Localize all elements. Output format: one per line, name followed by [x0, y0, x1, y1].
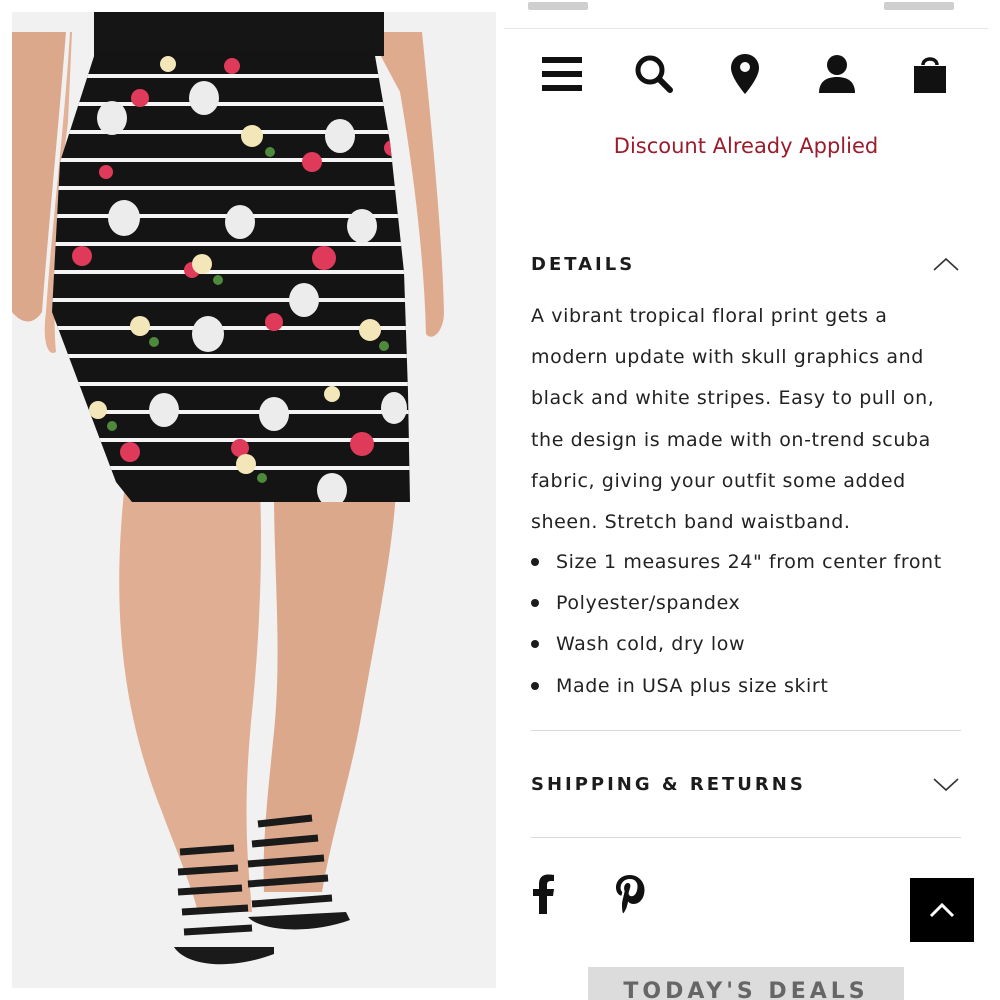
feature-item: Size 1 measures 24" from center front	[531, 542, 971, 583]
feature-item: Wash cold, dry low	[531, 624, 971, 665]
description-line: A vibrant tropical floral print gets a	[531, 305, 888, 327]
hamburger-menu-icon[interactable]	[540, 52, 584, 96]
facebook-icon[interactable]	[524, 872, 564, 916]
product-details-panel: Discount Already Applied DETAILS A vibra…	[504, 0, 1000, 1000]
details-section-header[interactable]: DETAILS	[531, 244, 961, 284]
product-description: A vibrant tropical floral print gets a m…	[531, 296, 961, 543]
chevron-up-icon	[933, 257, 959, 271]
status-bar-indicators	[884, 2, 954, 10]
description-line: the design is made with on-trend scuba	[531, 428, 931, 451]
discount-notice: Discount Already Applied	[613, 134, 879, 158]
todays-deals-banner[interactable]: TODAY'S DEALS	[588, 967, 904, 1000]
details-title: DETAILS	[531, 253, 636, 275]
shipping-returns-title: SHIPPING & RETURNS	[531, 773, 806, 795]
feature-item: Made in USA plus size skirt	[531, 666, 971, 707]
pinterest-icon[interactable]	[610, 872, 650, 916]
feature-item: Polyester/spandex	[531, 583, 971, 624]
todays-deals-label: TODAY'S DEALS	[623, 979, 869, 1000]
section-divider	[531, 730, 961, 731]
shipping-returns-section-header[interactable]: SHIPPING & RETURNS	[531, 764, 961, 804]
skirt-model-image	[12, 12, 496, 988]
description-line: sheen. Stretch band waistband.	[531, 511, 851, 534]
chevron-down-icon	[933, 778, 959, 792]
top-navigation	[504, 52, 988, 98]
product-features-list: Size 1 measures 24" from center front Po…	[531, 542, 971, 707]
map-pin-icon[interactable]	[723, 52, 767, 96]
status-bar-time	[528, 2, 588, 10]
user-icon[interactable]	[815, 52, 859, 96]
shopping-bag-icon[interactable]	[908, 52, 952, 96]
description-line: fabric, giving your outfit some added	[531, 469, 906, 492]
chevron-up-icon	[929, 902, 955, 918]
product-photo[interactable]	[12, 12, 496, 988]
back-to-top-button[interactable]	[910, 878, 974, 942]
description-line: modern update with skull graphics and	[531, 346, 924, 369]
search-icon[interactable]	[632, 52, 676, 96]
section-divider	[531, 837, 961, 838]
status-bar-divider	[504, 28, 988, 29]
description-line: black and white stripes. Easy to pull on…	[531, 387, 935, 410]
